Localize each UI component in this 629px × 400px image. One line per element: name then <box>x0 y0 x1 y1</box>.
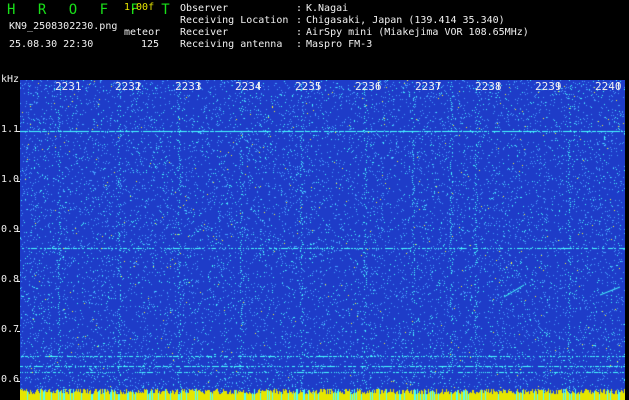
meta-key-observer: Observer <box>180 3 229 14</box>
y-tick-label: 1.0 <box>1 174 20 185</box>
meta-colon: : <box>296 27 303 38</box>
meta-colon: : <box>296 39 303 50</box>
meta-value-observer: K.Nagai <box>306 3 349 14</box>
time-tick <box>618 82 619 89</box>
time-tick <box>378 82 379 89</box>
time-tick <box>258 82 259 89</box>
datetime-label: 25.08.30 22:30 <box>9 39 94 50</box>
time-tick <box>198 82 199 89</box>
time-tick <box>138 82 139 89</box>
count-readout: 125 <box>141 39 160 50</box>
meta-value-antenna: Maspro FM-3 <box>306 39 373 50</box>
y-tick-label: 0.6 <box>1 374 20 385</box>
time-tick <box>558 82 559 89</box>
meta-value-receiver: AirSpy mini (Miakejima VOR 108.65MHz) <box>306 27 529 38</box>
y-axis-unit: kHz <box>1 74 20 85</box>
mode-label: meteor <box>124 27 161 38</box>
spectrogram-canvas[interactable] <box>20 80 625 400</box>
header-panel: H R O F F T 1.00f KN9_2508302230.png met… <box>0 0 629 78</box>
meta-colon: : <box>296 3 303 14</box>
meta-value-location: Chigasaki, Japan (139.414 35.340) <box>306 15 505 26</box>
meta-key-location: Receiving Location <box>180 15 289 26</box>
time-tick <box>78 82 79 89</box>
filename-label: KN9_2508302230.png <box>9 21 118 32</box>
time-tick <box>318 82 319 89</box>
meta-key-receiver: Receiver <box>180 27 229 38</box>
y-tick-label: 0.9 <box>1 224 20 235</box>
y-tick-label: 0.8 <box>1 274 20 285</box>
time-tick <box>498 82 499 89</box>
gain-readout: 1.00f <box>124 2 155 13</box>
spectrogram-plot[interactable] <box>20 80 625 400</box>
time-tick <box>438 82 439 89</box>
y-tick-label: 1.1 <box>1 124 20 135</box>
meta-key-antenna: Receiving antenna <box>180 39 283 50</box>
y-tick-label: 0.7 <box>1 324 20 335</box>
meta-colon: : <box>296 15 303 26</box>
